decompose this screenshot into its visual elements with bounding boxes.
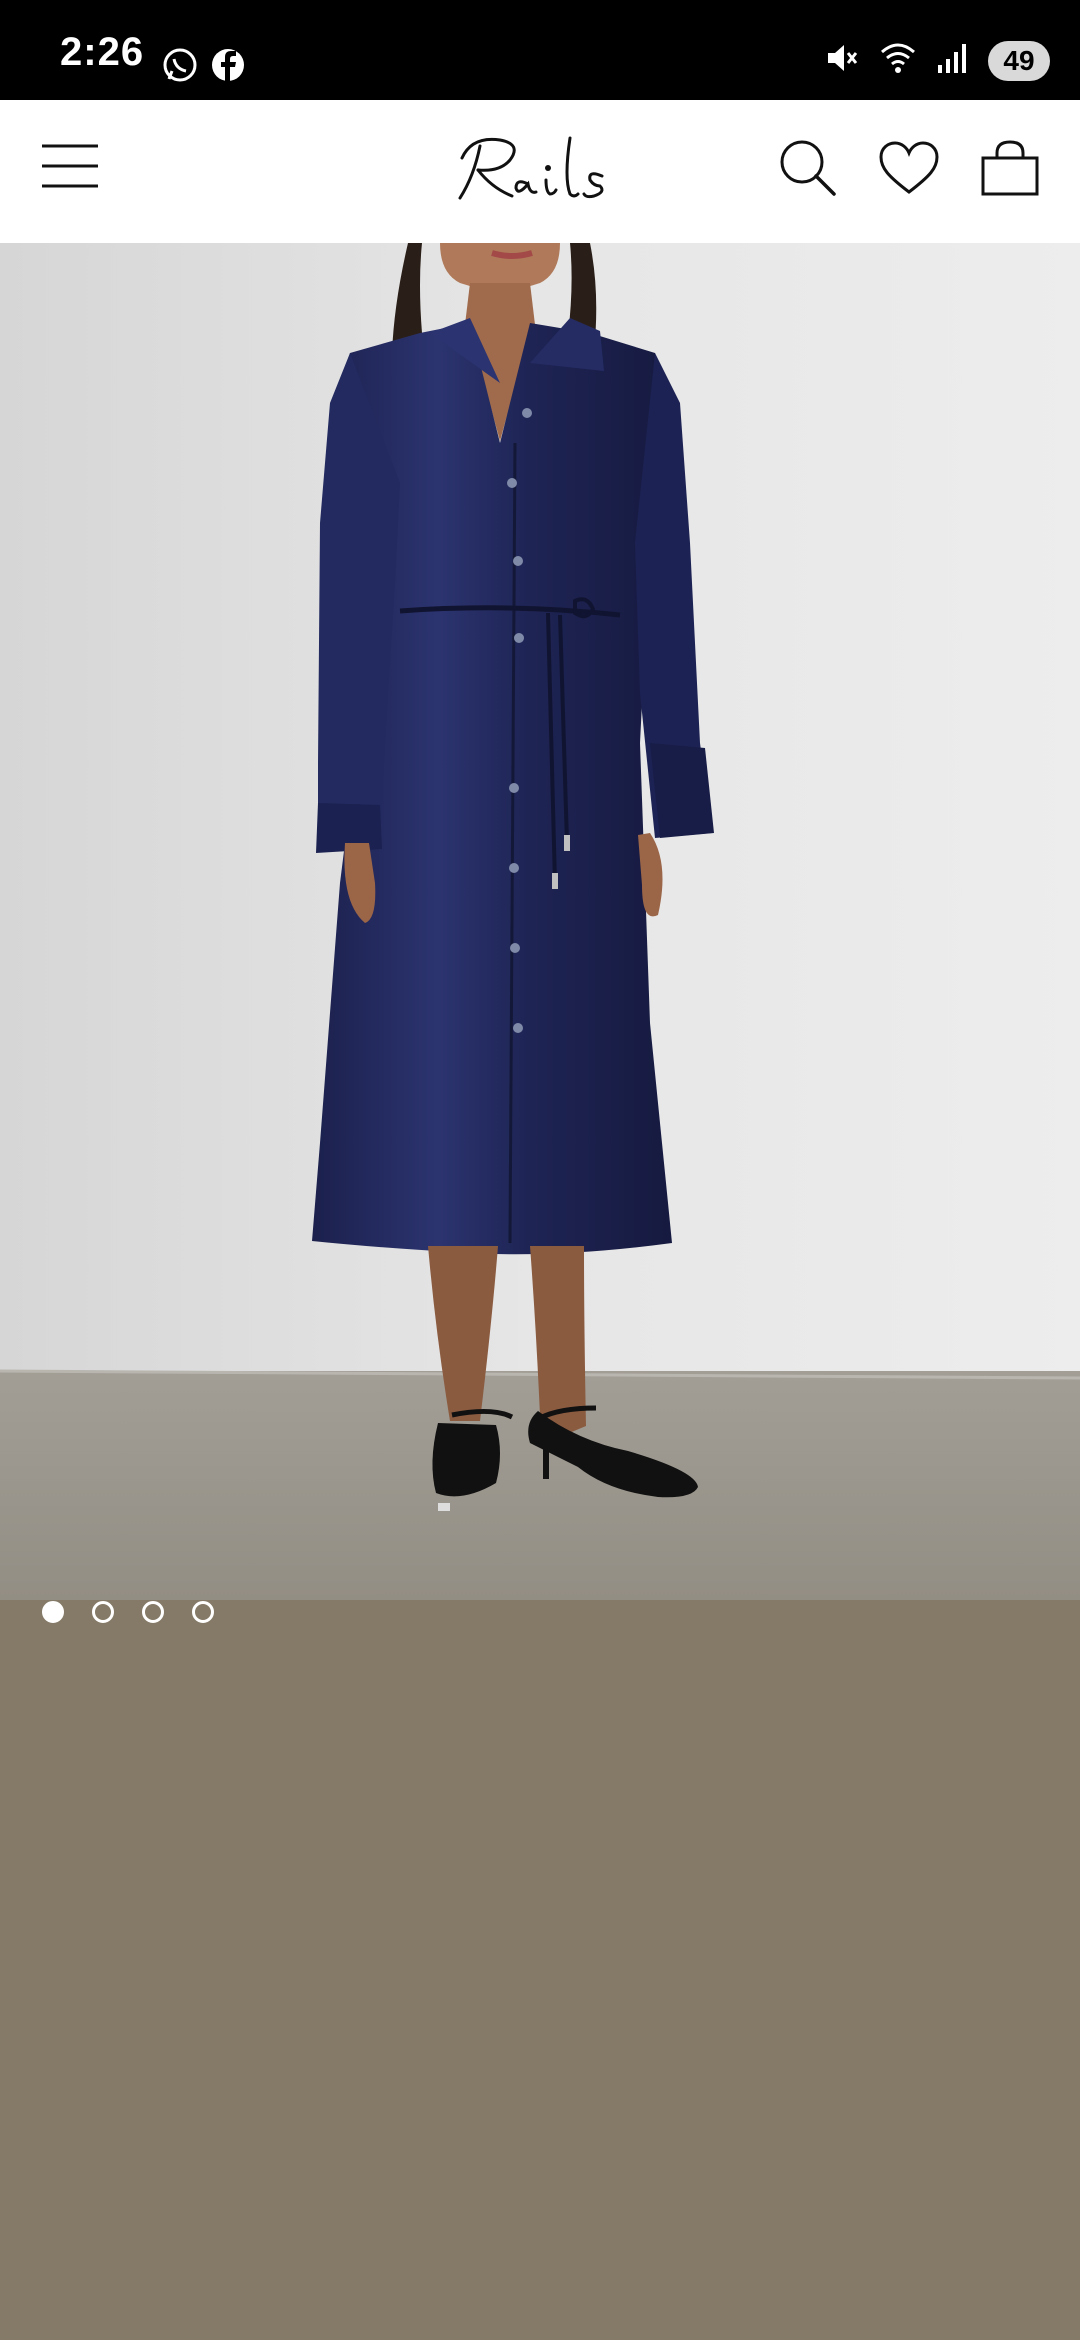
app-header [0, 100, 1080, 244]
battery-indicator: 49 [988, 40, 1050, 81]
facebook-icon [208, 45, 248, 90]
wifi-icon [878, 40, 918, 81]
carousel-dot-2[interactable] [92, 1601, 114, 1623]
status-left-icons [160, 45, 248, 90]
cart-button[interactable] [980, 138, 1040, 203]
status-bar: 2:26 49 [0, 0, 1080, 100]
brand-logo[interactable] [450, 118, 630, 218]
heart-icon [879, 141, 939, 194]
carousel-pagination [42, 1601, 214, 1623]
bag-icon [981, 140, 1039, 196]
signal-icon [936, 41, 970, 80]
menu-button[interactable] [40, 142, 100, 202]
mute-icon [824, 40, 860, 81]
status-time: 2:26 [60, 30, 145, 74]
search-button[interactable] [778, 138, 838, 203]
content-loading-area [0, 1600, 1080, 2340]
product-image [0, 243, 1080, 1600]
header-actions [778, 138, 1040, 203]
product-image-carousel[interactable] [0, 243, 1080, 1600]
carousel-dot-1[interactable] [42, 1601, 64, 1623]
search-icon [780, 140, 836, 196]
carousel-dot-3[interactable] [142, 1601, 164, 1623]
wishlist-button[interactable] [878, 140, 940, 201]
menu-icon [42, 144, 98, 188]
status-right-icons: 49 [824, 40, 1050, 81]
whatsapp-icon [160, 45, 200, 90]
carousel-dot-4[interactable] [192, 1601, 214, 1623]
